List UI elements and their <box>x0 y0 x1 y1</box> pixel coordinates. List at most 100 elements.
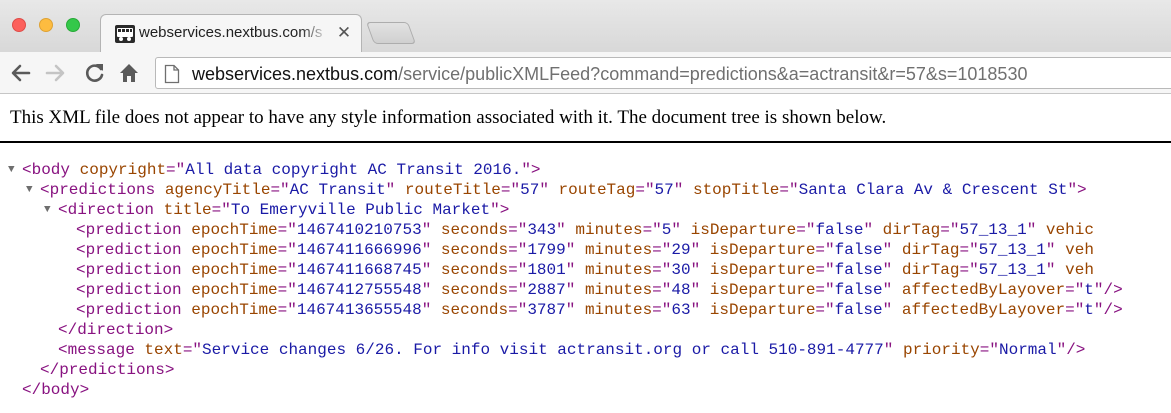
xml-attribute-value: 57_13_1 <box>978 241 1046 259</box>
xml-tag-end: /> <box>1103 281 1123 299</box>
xml-space <box>431 301 441 319</box>
xml-predictions-open-line: ▼ <predictions agencyTitle="AC Transit" r… <box>0 180 1171 200</box>
new-tab-button[interactable] <box>365 22 417 44</box>
xml-punctuation: =" <box>1065 281 1085 299</box>
xml-attribute-name: minutes <box>584 281 653 299</box>
xml-space <box>182 241 192 259</box>
page-icon <box>164 64 180 84</box>
xml-punctuation: " <box>1093 301 1104 319</box>
xml-punctuation: =" <box>979 341 999 359</box>
xml-punctuation: " <box>565 281 576 299</box>
xml-prediction-row: <prediction epochTime="1467410210753" se… <box>0 220 1171 240</box>
xml-attribute-name: epochTime <box>191 281 278 299</box>
xml-tag-name: <prediction <box>76 241 182 259</box>
xml-tag-name: <predictions <box>40 181 156 199</box>
url-host: webservices.nextbus.com <box>192 64 399 84</box>
xml-line-content: </predictions> <box>40 360 174 380</box>
xml-tag-name: <direction <box>58 201 155 219</box>
xml-space <box>681 221 691 239</box>
collapse-arrow-icon[interactable]: ▼ <box>44 200 56 220</box>
xml-space <box>182 261 192 279</box>
home-icon[interactable] <box>116 60 142 86</box>
xml-space <box>431 241 441 259</box>
xml-punctuation: =" <box>652 281 672 299</box>
reload-icon[interactable] <box>82 60 108 86</box>
xml-attribute-value: 57_13_1 <box>959 221 1027 239</box>
xml-space <box>182 281 192 299</box>
xml-attribute-value: 57 <box>520 181 540 199</box>
xml-punctuation: " <box>1045 241 1056 259</box>
xml-space <box>683 181 693 199</box>
xml-attribute-name: minutes <box>575 221 643 239</box>
xml-punctuation: =" <box>508 261 528 279</box>
xml-punctuation: " <box>1045 261 1056 279</box>
forward-arrow-icon[interactable] <box>42 60 68 86</box>
xml-attribute-name: epochTime <box>191 261 278 279</box>
browser-tab[interactable]: webservices.nextbus.com/s ✕ <box>100 14 362 52</box>
xml-attribute-name: isDeparture <box>709 241 816 259</box>
xml-punctuation: =" <box>277 221 297 239</box>
tab-close-icon[interactable]: ✕ <box>335 23 353 43</box>
xml-tag-name: <prediction <box>76 281 182 299</box>
xml-punctuation: =" <box>508 241 528 259</box>
xml-space <box>395 181 405 199</box>
xml-attribute-name-truncated: vehic <box>1045 221 1094 239</box>
minimize-window-button[interactable] <box>39 18 53 32</box>
xml-attribute-name: seconds <box>440 221 509 239</box>
xml-line-content: <predictions agencyTitle="AC Transit" ro… <box>40 180 1087 200</box>
xml-line-content: <direction title="To Emeryville Public M… <box>58 200 509 220</box>
back-arrow-icon[interactable] <box>8 60 34 86</box>
xml-punctuation: " <box>421 281 432 299</box>
xml-space <box>154 201 164 219</box>
xml-attribute-name: seconds <box>440 281 509 299</box>
xml-attribute-name: agencyTitle <box>164 181 271 199</box>
xml-attribute-name: seconds <box>440 301 509 319</box>
xml-attribute-name: affectedByLayover <box>901 301 1066 319</box>
xml-attribute-name: affectedByLayover <box>901 281 1066 299</box>
xml-space <box>700 301 710 319</box>
xml-line-content: <prediction epochTime="1467413655548" se… <box>76 300 1123 320</box>
xml-punctuation: =" <box>270 181 290 199</box>
xml-attribute-name-truncated: veh <box>1065 261 1094 279</box>
header-divider <box>0 141 1171 143</box>
xml-attribute-value: 2887 <box>527 281 566 299</box>
xml-close-tag: </predictions> <box>40 361 175 379</box>
xml-direction-open-line: ▼ <direction title="To Emeryville Public … <box>0 200 1171 220</box>
close-window-button[interactable] <box>12 18 26 32</box>
xml-attribute-value: 1467410210753 <box>296 221 422 239</box>
xml-punctuation: " <box>673 181 684 199</box>
xml-tag-name: <prediction <box>76 301 182 319</box>
xml-punctuation: " <box>385 181 396 199</box>
xml-punctuation: " <box>882 261 893 279</box>
xml-punctuation: =" <box>277 261 297 279</box>
xml-attribute-value: 1467411666996 <box>296 241 422 259</box>
zoom-window-button[interactable] <box>66 18 80 32</box>
xml-attribute-value: 1801 <box>527 261 566 279</box>
xml-space <box>431 261 441 279</box>
xml-punctuation: =" <box>166 161 186 179</box>
xml-attribute-name: isDeparture <box>709 301 816 319</box>
address-bar[interactable]: webservices.nextbus.com/service/publicXM… <box>155 57 1171 89</box>
xml-punctuation: =" <box>652 241 672 259</box>
xml-attribute-name: epochTime <box>191 241 278 259</box>
xml-punctuation: =" <box>182 341 203 359</box>
xml-attribute-value: 57_13_1 <box>978 261 1046 279</box>
xml-attribute-value: 1467413655548 <box>296 301 422 319</box>
xml-attribute-name: epochTime <box>191 221 278 239</box>
xml-punctuation: =" <box>959 261 979 279</box>
collapse-arrow-icon[interactable]: ▼ <box>8 160 20 180</box>
xml-attribute-value: Santa Clara Av & Crescent St <box>798 181 1068 199</box>
xml-line-content: </body> <box>22 380 89 400</box>
xml-punctuation: " <box>1067 181 1078 199</box>
xml-attribute-name: dirTag <box>882 221 941 239</box>
xml-space <box>873 221 883 239</box>
xml-punctuation: " <box>421 221 432 239</box>
xml-line-content: <prediction epochTime="1467412755548" se… <box>76 280 1123 300</box>
xml-space <box>70 161 80 179</box>
xml-line-content: <prediction epochTime="1467411668745" se… <box>76 260 1094 280</box>
browser-toolbar: webservices.nextbus.com/service/publicXM… <box>0 52 1171 94</box>
collapse-arrow-icon[interactable]: ▼ <box>26 180 38 200</box>
xml-punctuation: =" <box>1065 301 1085 319</box>
xml-space <box>566 221 576 239</box>
xml-space <box>1056 241 1066 259</box>
